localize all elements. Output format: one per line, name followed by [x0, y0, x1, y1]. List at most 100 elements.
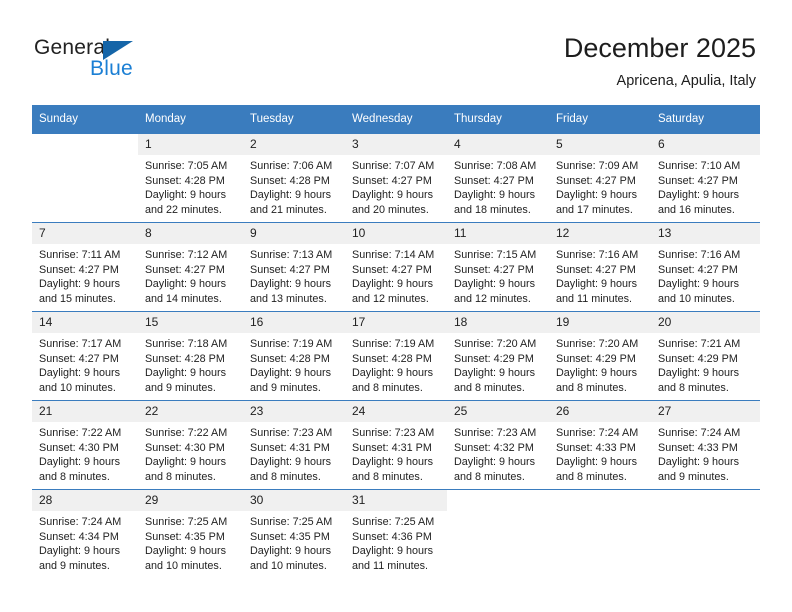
calendar-day-cell[interactable]: 22 Sunrise: 7:22 AM Sunset: 4:30 PM Dayl… [138, 400, 243, 490]
calendar-day-cell[interactable]: 16 Sunrise: 7:19 AM Sunset: 4:28 PM Dayl… [243, 311, 345, 401]
daylight-text-line1: Daylight: 9 hours [145, 456, 227, 469]
calendar-day-cell[interactable]: 21 Sunrise: 7:22 AM Sunset: 4:30 PM Dayl… [32, 400, 138, 490]
sunset-text: Sunset: 4:31 PM [250, 441, 330, 454]
daylight-text-line2: and 17 minutes. [556, 203, 633, 216]
calendar-day-cell[interactable]: 19 Sunrise: 7:20 AM Sunset: 4:29 PM Dayl… [549, 311, 651, 401]
sunrise-text: Sunrise: 7:05 AM [145, 160, 228, 172]
sunset-text: Sunset: 4:27 PM [454, 263, 534, 276]
daylight-text-line1: Daylight: 9 hours [658, 367, 740, 380]
calendar-day-cell[interactable]: 9 Sunrise: 7:13 AM Sunset: 4:27 PM Dayli… [243, 222, 345, 312]
calendar-day-cell[interactable]: 8 Sunrise: 7:12 AM Sunset: 4:27 PM Dayli… [138, 222, 243, 312]
page-subtitle: Apricena, Apulia, Italy [616, 73, 756, 89]
calendar-day-cell[interactable]: 30 Sunrise: 7:25 AM Sunset: 4:35 PM Dayl… [243, 489, 345, 578]
calendar-day-cell[interactable]: 4 Sunrise: 7:08 AM Sunset: 4:27 PM Dayli… [447, 133, 549, 223]
calendar-day-cell[interactable]: 20 Sunrise: 7:21 AM Sunset: 4:29 PM Dayl… [651, 311, 760, 401]
calendar-day-cell[interactable]: 3 Sunrise: 7:07 AM Sunset: 4:27 PM Dayli… [345, 133, 447, 223]
day-details: Sunrise: 7:16 AM Sunset: 4:27 PM Dayligh… [651, 244, 760, 306]
daylight-text-line2: and 10 minutes. [145, 559, 222, 572]
calendar-day-cell[interactable]: 11 Sunrise: 7:15 AM Sunset: 4:27 PM Dayl… [447, 222, 549, 312]
calendar-header-row: Sunday Monday Tuesday Wednesday Thursday… [32, 105, 760, 134]
daylight-text-line2: and 8 minutes. [39, 470, 110, 483]
calendar-page: General Blue December 2025 Apricena, Apu… [0, 0, 792, 612]
day-details: Sunrise: 7:25 AM Sunset: 4:35 PM Dayligh… [138, 511, 243, 573]
daylight-text-line1: Daylight: 9 hours [454, 456, 536, 469]
day-number: 30 [243, 490, 345, 511]
weekday-header-tuesday: Tuesday [243, 105, 345, 134]
sunrise-text: Sunrise: 7:09 AM [556, 160, 639, 172]
day-details: Sunrise: 7:21 AM Sunset: 4:29 PM Dayligh… [651, 333, 760, 395]
sunset-text: Sunset: 4:28 PM [250, 352, 330, 365]
sunset-text: Sunset: 4:27 PM [658, 174, 738, 187]
daylight-text-line2: and 8 minutes. [556, 381, 627, 394]
daylight-text-line1: Daylight: 9 hours [39, 278, 121, 291]
daylight-text-line2: and 8 minutes. [250, 470, 321, 483]
calendar-day-cell[interactable]: 26 Sunrise: 7:24 AM Sunset: 4:33 PM Dayl… [549, 400, 651, 490]
logo-text-blue: Blue [90, 57, 133, 80]
calendar-day-cell[interactable]: 28 Sunrise: 7:24 AM Sunset: 4:34 PM Dayl… [32, 489, 138, 578]
weekday-header-wednesday: Wednesday [345, 105, 447, 134]
calendar-day-cell[interactable] [549, 489, 651, 578]
day-details: Sunrise: 7:14 AM Sunset: 4:27 PM Dayligh… [345, 244, 447, 306]
calendar-day-cell[interactable]: 10 Sunrise: 7:14 AM Sunset: 4:27 PM Dayl… [345, 222, 447, 312]
daylight-text-line2: and 10 minutes. [250, 559, 327, 572]
page-title: December 2025 [563, 33, 756, 63]
sunset-text: Sunset: 4:35 PM [145, 530, 225, 543]
sunrise-text: Sunrise: 7:24 AM [39, 516, 122, 528]
calendar-day-cell[interactable]: 25 Sunrise: 7:23 AM Sunset: 4:32 PM Dayl… [447, 400, 549, 490]
day-number: 13 [651, 223, 760, 244]
calendar-day-cell[interactable]: 17 Sunrise: 7:19 AM Sunset: 4:28 PM Dayl… [345, 311, 447, 401]
day-details: Sunrise: 7:23 AM Sunset: 4:31 PM Dayligh… [243, 422, 345, 484]
calendar-day-cell[interactable]: 1 Sunrise: 7:05 AM Sunset: 4:28 PM Dayli… [138, 133, 243, 223]
sunrise-text: Sunrise: 7:22 AM [145, 427, 228, 439]
calendar-week-row: 1 Sunrise: 7:05 AM Sunset: 4:28 PM Dayli… [32, 133, 760, 223]
daylight-text-line2: and 15 minutes. [39, 292, 116, 305]
day-number: 26 [549, 401, 651, 422]
calendar-day-cell[interactable]: 24 Sunrise: 7:23 AM Sunset: 4:31 PM Dayl… [345, 400, 447, 490]
calendar-day-cell[interactable] [32, 133, 138, 223]
daylight-text-line1: Daylight: 9 hours [352, 278, 434, 291]
calendar-day-cell[interactable]: 6 Sunrise: 7:10 AM Sunset: 4:27 PM Dayli… [651, 133, 760, 223]
day-number: 21 [32, 401, 138, 422]
day-details: Sunrise: 7:20 AM Sunset: 4:29 PM Dayligh… [447, 333, 549, 395]
calendar-day-cell[interactable]: 12 Sunrise: 7:16 AM Sunset: 4:27 PM Dayl… [549, 222, 651, 312]
calendar-day-cell[interactable] [651, 489, 760, 578]
calendar-day-cell[interactable]: 14 Sunrise: 7:17 AM Sunset: 4:27 PM Dayl… [32, 311, 138, 401]
calendar-day-cell[interactable]: 29 Sunrise: 7:25 AM Sunset: 4:35 PM Dayl… [138, 489, 243, 578]
day-details [651, 511, 760, 515]
daylight-text-line1: Daylight: 9 hours [352, 545, 434, 558]
calendar-week-row: 14 Sunrise: 7:17 AM Sunset: 4:27 PM Dayl… [32, 311, 760, 401]
daylight-text-line1: Daylight: 9 hours [250, 278, 332, 291]
calendar-day-cell[interactable] [447, 489, 549, 578]
calendar-day-cell[interactable]: 18 Sunrise: 7:20 AM Sunset: 4:29 PM Dayl… [447, 311, 549, 401]
day-number: 16 [243, 312, 345, 333]
day-number: 7 [32, 223, 138, 244]
sunset-text: Sunset: 4:31 PM [352, 441, 432, 454]
day-number: 18 [447, 312, 549, 333]
calendar-day-cell[interactable]: 2 Sunrise: 7:06 AM Sunset: 4:28 PM Dayli… [243, 133, 345, 223]
sunset-text: Sunset: 4:28 PM [352, 352, 432, 365]
weekday-header-friday: Friday [549, 105, 651, 134]
day-number: 9 [243, 223, 345, 244]
calendar-day-cell[interactable]: 7 Sunrise: 7:11 AM Sunset: 4:27 PM Dayli… [32, 222, 138, 312]
general-blue-logo[interactable]: General Blue [34, 36, 204, 82]
sunrise-text: Sunrise: 7:25 AM [352, 516, 435, 528]
calendar-day-cell[interactable]: 31 Sunrise: 7:25 AM Sunset: 4:36 PM Dayl… [345, 489, 447, 578]
sunrise-text: Sunrise: 7:11 AM [39, 249, 121, 261]
day-number: 31 [345, 490, 447, 511]
sunset-text: Sunset: 4:27 PM [39, 263, 119, 276]
sunset-text: Sunset: 4:27 PM [39, 352, 119, 365]
calendar-day-cell[interactable]: 23 Sunrise: 7:23 AM Sunset: 4:31 PM Dayl… [243, 400, 345, 490]
daylight-text-line1: Daylight: 9 hours [145, 189, 227, 202]
daylight-text-line2: and 20 minutes. [352, 203, 429, 216]
sunset-text: Sunset: 4:27 PM [352, 263, 432, 276]
sunset-text: Sunset: 4:29 PM [658, 352, 738, 365]
daylight-text-line2: and 11 minutes. [352, 559, 429, 572]
day-details: Sunrise: 7:09 AM Sunset: 4:27 PM Dayligh… [549, 155, 651, 217]
day-number: 17 [345, 312, 447, 333]
day-number: 12 [549, 223, 651, 244]
calendar-day-cell[interactable]: 13 Sunrise: 7:16 AM Sunset: 4:27 PM Dayl… [651, 222, 760, 312]
calendar-day-cell[interactable]: 27 Sunrise: 7:24 AM Sunset: 4:33 PM Dayl… [651, 400, 760, 490]
daylight-text-line1: Daylight: 9 hours [556, 456, 638, 469]
calendar-day-cell[interactable]: 5 Sunrise: 7:09 AM Sunset: 4:27 PM Dayli… [549, 133, 651, 223]
calendar-day-cell[interactable]: 15 Sunrise: 7:18 AM Sunset: 4:28 PM Dayl… [138, 311, 243, 401]
